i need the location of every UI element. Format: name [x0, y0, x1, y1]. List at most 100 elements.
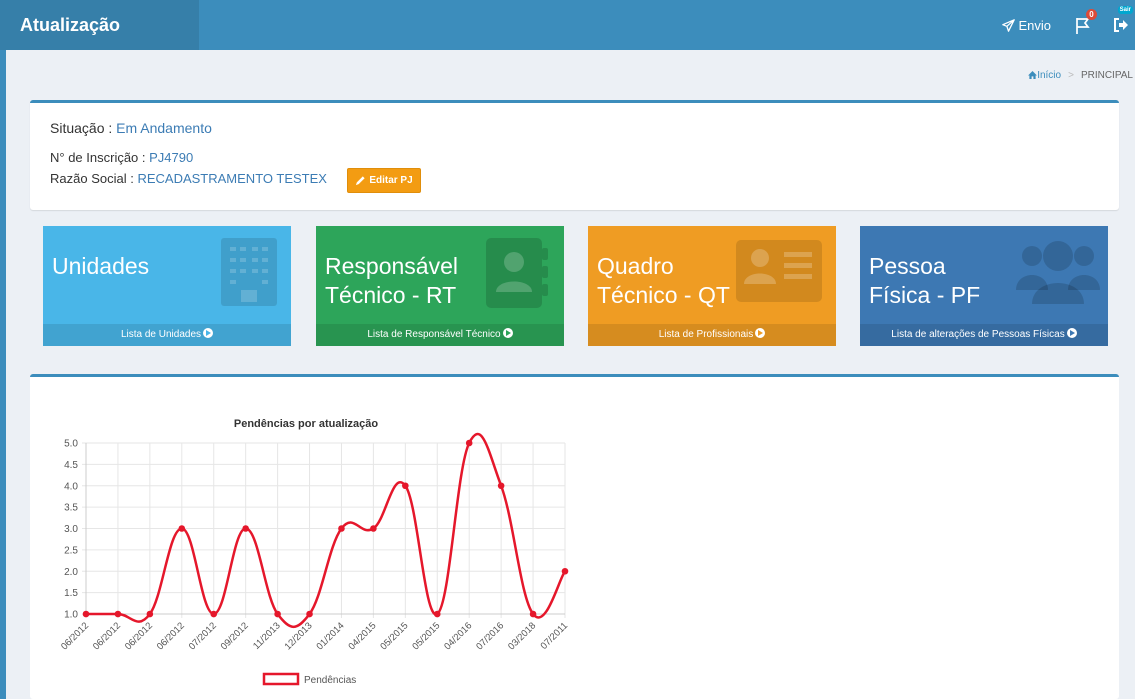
x-tick-label: 11/2013: [251, 620, 283, 652]
tile-pf-title-line1: Pessoa: [869, 253, 946, 279]
tile-qt-link-label: Lista de Profissionais: [658, 329, 754, 340]
tile-rt-title-line2: Técnico - RT: [325, 282, 457, 308]
tile-pf-title-line2: Física - PF: [869, 282, 981, 308]
y-tick-label: 3.5: [64, 503, 78, 514]
breadcrumb-home[interactable]: Início: [1028, 70, 1061, 81]
left-border: [0, 50, 6, 699]
chart-box: Pendências por atualização 1.0 1.5 2.0 2.5 3…: [30, 374, 1119, 699]
y-tick-label: 1.0: [64, 610, 78, 621]
data-point: [210, 610, 218, 618]
breadcrumb-separator: >: [1068, 70, 1074, 81]
y-tick-label: 4.0: [64, 481, 78, 492]
notifications-button[interactable]: 0: [1073, 9, 1097, 35]
contact-book-icon: [482, 234, 552, 315]
razao-label: Razão Social :: [50, 171, 134, 186]
x-tick-label: 09/2012: [219, 620, 251, 652]
tile-rt-link-label: Lista de Responsável Técnico: [367, 329, 501, 340]
tile-unidades[interactable]: Unidades Lista de Unidades: [43, 226, 291, 346]
x-tick-label: 07/2016: [474, 620, 506, 652]
tile-pessoa-fisica[interactable]: Pessoa Física - PF Lista de alterações d…: [860, 226, 1108, 346]
y-tick-label: 4.5: [64, 460, 78, 471]
tile-rt-title: Responsável Técnico - RT: [325, 252, 458, 310]
tile-qt-title-line1: Quadro: [597, 253, 674, 279]
tile-qt-link[interactable]: Lista de Profissionais: [588, 324, 836, 346]
x-tick-label: 01/2014: [315, 620, 347, 652]
data-point: [114, 610, 122, 618]
data-point: [338, 525, 345, 532]
pencil-icon: [356, 176, 365, 186]
chart-title: Pendências por atualização: [234, 418, 379, 430]
building-icon: [219, 234, 279, 311]
data-point: [497, 482, 505, 490]
razao-value: RECADASTRAMENTO TESTEX: [137, 171, 327, 186]
x-tick-label: 07/2012: [187, 620, 219, 652]
x-tick-label: 04/2015: [346, 620, 378, 652]
tile-pf-title: Pessoa Física - PF: [869, 252, 980, 310]
situacao-row: Situação : Em Andamento: [50, 120, 212, 136]
breadcrumb-current: PRINCIPAL: [1080, 70, 1133, 81]
data-point: [561, 567, 569, 575]
tile-unidades-title: Unidades: [52, 252, 149, 281]
y-tick-label: 5.0: [64, 439, 78, 450]
x-tick-label: 06/2012: [123, 620, 155, 652]
data-point: [146, 610, 154, 618]
data-point: [529, 610, 537, 618]
pendencias-chart: Pendências por atualização 1.0 1.5 2.0 2.5 3…: [59, 418, 571, 686]
x-tick-label: 06/2012: [155, 620, 187, 652]
tile-qt-title-line2: Técnico - QT: [597, 282, 730, 308]
tile-unidades-link-label: Lista de Unidades: [120, 329, 202, 340]
breadcrumb: Início > PRINCIPAL: [1028, 70, 1133, 81]
x-tick-label: 06/2012: [59, 620, 91, 652]
inscricao-value: PJ4790: [149, 150, 194, 165]
x-tick-label: 05/2015: [378, 620, 410, 652]
y-tick-label: 2.0: [64, 567, 78, 578]
legend-label: Pendências: [304, 675, 356, 686]
edit-pj-label: Editar PJ: [369, 175, 413, 186]
data-point: [402, 482, 409, 490]
series-line-pendencias: [86, 433, 567, 629]
x-tick-label: 07/2011: [539, 620, 571, 652]
arrow-circle-right-icon: [1066, 328, 1077, 338]
tile-unidades-link[interactable]: Lista de Unidades: [43, 324, 291, 346]
y-tick-label: 1.5: [64, 588, 78, 599]
x-tick-label: 03/2018: [506, 620, 538, 652]
data-point: [82, 610, 90, 618]
x-tick-label: 04/2016: [442, 620, 474, 652]
home-icon: [1028, 71, 1038, 79]
tile-rt-title-line1: Responsável: [325, 253, 458, 279]
envio-label: Envio: [1018, 17, 1051, 33]
x-tick-label: 06/2012: [91, 620, 123, 652]
y-tick-label: 3.0: [64, 524, 78, 535]
navbar-actions: Envio 0 Sair: [1002, 0, 1133, 50]
top-navbar: Atualização Envio 0 Sair: [0, 0, 1135, 50]
tile-pf-link[interactable]: Lista de alterações de Pessoas Físicas: [860, 324, 1108, 346]
data-point: [370, 525, 377, 532]
tile-responsavel-tecnico[interactable]: Responsável Técnico - RT Lista de Respon…: [316, 226, 564, 346]
users-icon: [1016, 232, 1100, 315]
envio-button[interactable]: Envio: [1002, 18, 1051, 33]
inscricao-label: N° de Inscrição :: [50, 150, 146, 165]
paper-plane-icon: [1002, 18, 1016, 32]
tile-quadro-tecnico[interactable]: Quadro Técnico - QT Lista de Profissiona…: [588, 226, 836, 346]
app-title[interactable]: Atualização: [6, 0, 199, 50]
legend-swatch: [262, 672, 300, 686]
y-tick-label: 2.5: [64, 545, 78, 556]
inscricao-row: N° de Inscrição : PJ4790: [50, 150, 193, 165]
tile-unidades-title-line1: Unidades: [52, 253, 150, 279]
flag-icon: [1076, 18, 1090, 34]
tile-rt-link[interactable]: Lista de Responsável Técnico: [316, 324, 564, 346]
razao-row: Razão Social : RECADASTRAMENTO TESTEX: [50, 171, 327, 186]
edit-pj-button[interactable]: Editar PJ: [347, 168, 421, 193]
breadcrumb-home-label: Início: [1037, 70, 1062, 81]
data-point: [274, 610, 281, 618]
data-point: [433, 610, 441, 618]
tile-pf-link-label: Lista de alterações de Pessoas Físicas: [891, 329, 1065, 340]
tile-qt-title: Quadro Técnico - QT: [597, 252, 730, 310]
data-point: [178, 525, 186, 532]
id-card-icon: [734, 236, 824, 309]
notification-badge: 0: [1086, 9, 1097, 20]
company-info-box: Situação : Em Andamento N° de Inscrição …: [30, 100, 1119, 210]
arrow-circle-right-icon: [203, 328, 214, 338]
logout-button[interactable]: Sair: [1113, 6, 1133, 34]
data-point: [242, 525, 249, 532]
